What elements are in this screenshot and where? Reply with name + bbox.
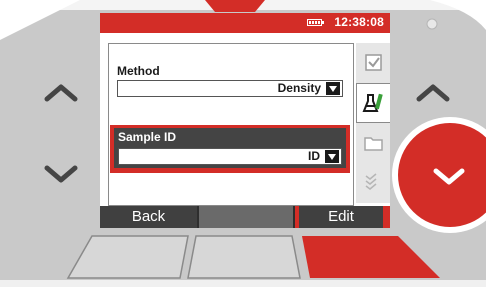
tab-checklist[interactable] (356, 43, 390, 83)
sample-id-field[interactable]: Sample ID ID (110, 125, 350, 173)
chevron-up-icon[interactable] (44, 82, 78, 102)
sample-id-select[interactable]: ID (118, 148, 342, 165)
chevron-down-icon[interactable] (44, 165, 78, 185)
dropdown-arrow-icon[interactable] (325, 150, 339, 163)
tab-multi-check[interactable] (356, 163, 390, 203)
dropdown-arrow-icon[interactable] (326, 82, 340, 95)
form-panel: Method Density Sample ID ID (108, 43, 354, 206)
sample-id-value: ID (308, 149, 320, 163)
device-screen: 12:38:08 Method Density Sample ID ID Bac… (100, 13, 390, 228)
edit-button[interactable]: Edit (295, 206, 390, 228)
side-tabs (356, 43, 390, 208)
battery-icon (307, 19, 324, 26)
tab-folder[interactable] (356, 123, 390, 163)
flask-edit-icon (362, 93, 383, 112)
method-value: Density (277, 81, 321, 95)
back-button[interactable]: Back (100, 206, 197, 228)
chevron-down-round-icon[interactable] (432, 167, 466, 187)
multi-check-icon (365, 173, 377, 190)
sample-id-label: Sample ID (118, 130, 177, 144)
checklist-icon (365, 54, 382, 71)
softkey-bar: Back Edit (100, 206, 390, 228)
clock: 12:38:08 (334, 15, 384, 29)
method-label: Method (117, 64, 160, 78)
edit-button-label: Edit (299, 206, 383, 228)
chevron-up-icon[interactable] (416, 82, 450, 102)
folder-icon (364, 137, 383, 151)
sample-id-highlight: Sample ID ID (114, 128, 346, 168)
status-bar: 12:38:08 (100, 13, 390, 33)
method-select[interactable]: Density (117, 80, 343, 97)
middle-softkey[interactable] (199, 206, 293, 228)
tab-sample[interactable] (356, 83, 390, 123)
